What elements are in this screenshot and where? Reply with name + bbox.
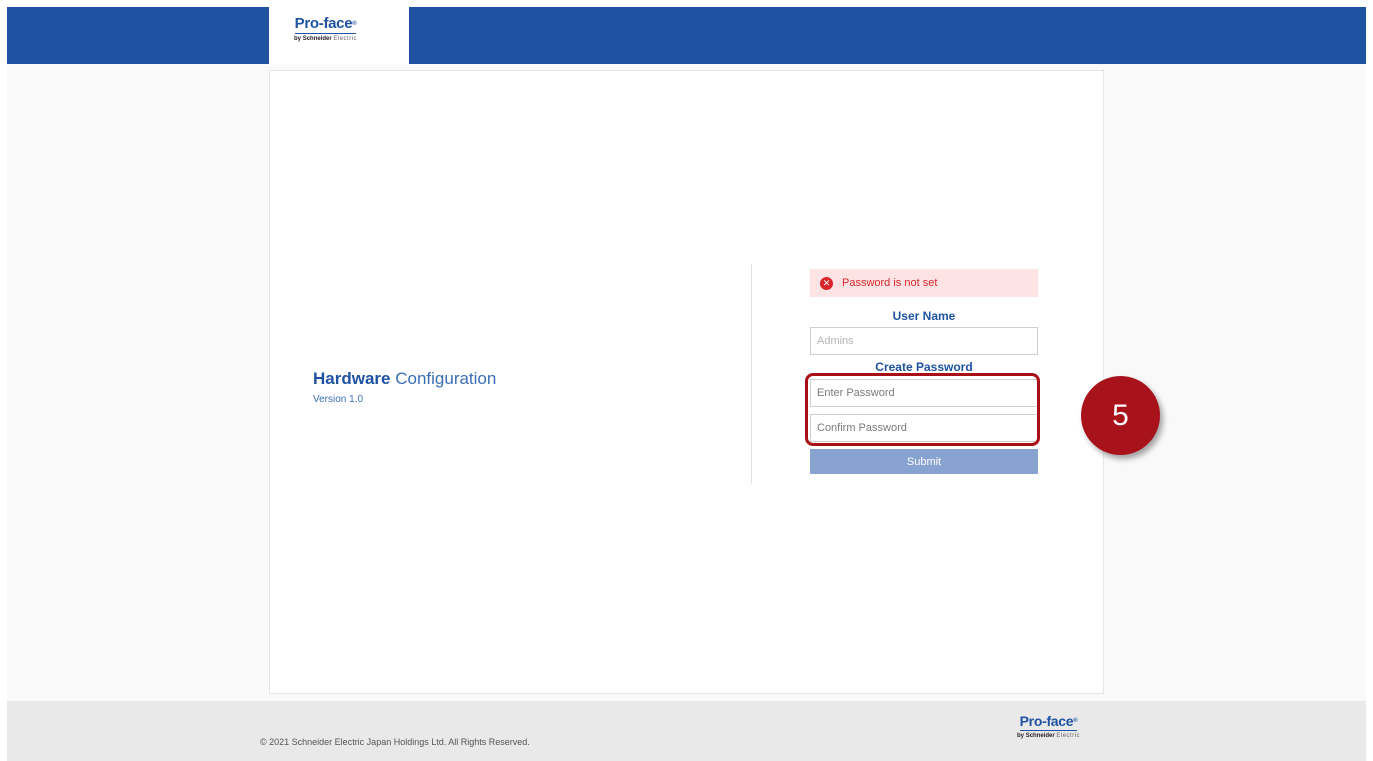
card-divider [751,264,752,484]
header-logo: Pro-face® by Schneider Electric [294,15,357,43]
app-title: Hardware Configuration [313,369,496,389]
user-name-label: User Name [892,309,956,323]
app-title-bold: Hardware [313,369,391,388]
header-bar: Pro-face® by Schneider Electric [7,7,1366,64]
logo-company: Schneider [302,36,332,42]
create-password-label: Create Password [875,360,973,374]
footer-logo-wordmark: Pro-face® [1019,713,1078,731]
app-window: Pro-face® by Schneider Electric © 2021 S… [7,7,1366,761]
app-title-rest: Configuration [395,369,497,388]
app-version: Version 1.0 [313,394,364,405]
logo-suffix: Electric [333,36,358,42]
footer-logo-tagline: by Schneider Electric [1017,733,1081,739]
submit-button[interactable]: Submit [810,449,1038,474]
logo-wordmark: Pro-face® [294,15,357,34]
password-fields-highlight [805,373,1040,446]
header-logo-box: Pro-face® by Schneider Electric [269,7,409,64]
step-number-badge: 5 [1081,376,1160,455]
copyright-text: © 2021 Schneider Electric Japan Holdings… [260,737,530,747]
footer-logo: Pro-face® by Schneider Electric [1017,713,1080,739]
error-message: Password is not set [842,277,938,289]
error-icon: ✕ [820,276,833,290]
logo-tagline: by Schneider Electric [294,36,357,42]
error-alert: ✕ Password is not set [810,269,1038,297]
user-name-input[interactable] [810,327,1038,355]
logo-by: by [294,36,302,42]
footer: © 2021 Schneider Electric Japan Holdings… [7,701,1366,761]
